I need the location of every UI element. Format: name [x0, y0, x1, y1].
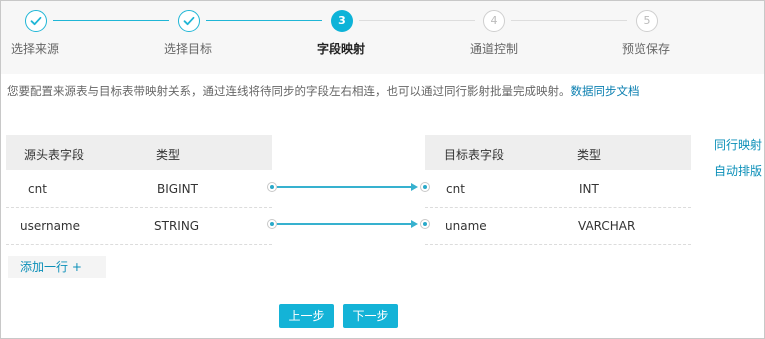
same-row-map-link[interactable]: 同行映射 [714, 136, 762, 153]
step-1-check-icon [25, 10, 47, 32]
step-connector [511, 20, 627, 21]
mapping-line[interactable] [277, 223, 414, 225]
add-row-button[interactable]: 添加一行 + [8, 256, 106, 278]
target-connector-dot[interactable] [420, 182, 430, 192]
step-4-number: 4 [483, 10, 505, 32]
data-sync-doc-link[interactable]: 数据同步文档 [571, 84, 640, 98]
step-3-number: 3 [331, 10, 353, 32]
step-2-check-icon [178, 10, 200, 32]
source-field-name: username [20, 219, 80, 233]
step-connector [206, 20, 322, 21]
target-connector-dot[interactable] [420, 219, 430, 229]
table-row: cnt INT [425, 171, 691, 208]
target-field-name: uname [445, 219, 487, 233]
arrow-icon [411, 183, 418, 191]
source-type-header: 类型 [156, 148, 181, 162]
description-text: 您要配置来源表与目标表带映射关系，通过连线将待同步的字段左右相连，也可以通过同行… [7, 84, 571, 98]
table-row: cnt BIGINT [6, 171, 272, 208]
step-5-label: 预览保存 [622, 42, 671, 56]
step-connector [53, 20, 169, 21]
arrow-icon [411, 220, 418, 228]
next-step-button[interactable]: 下一步 [343, 304, 398, 328]
target-field-name: cnt [446, 182, 465, 196]
target-table-header: 目标表字段 类型 [425, 135, 691, 170]
source-connector-dot[interactable] [267, 219, 277, 229]
table-row: uname VARCHAR [425, 208, 691, 245]
step-4-label: 通道控制 [470, 42, 519, 56]
source-field-header: 源头表字段 [24, 148, 85, 162]
prev-step-button[interactable]: 上一步 [279, 304, 334, 328]
auto-layout-link[interactable]: 自动排版 [714, 162, 762, 179]
source-field-type: STRING [154, 219, 200, 233]
target-type-header: 类型 [577, 148, 602, 162]
step-2-label: 选择目标 [164, 42, 213, 56]
target-field-header: 目标表字段 [444, 148, 505, 162]
source-field-name: cnt [28, 182, 47, 196]
source-field-type: BIGINT [157, 182, 198, 196]
target-field-type: INT [579, 182, 599, 196]
target-field-type: VARCHAR [578, 219, 636, 233]
mapping-line[interactable] [277, 186, 414, 188]
step-connector [359, 20, 475, 21]
source-connector-dot[interactable] [267, 182, 277, 192]
step-progress-bar: 3 4 5 选择来源 选择目标 字段映射 通道控制 预览保存 [1, 1, 764, 74]
table-row: username STRING [6, 208, 272, 245]
step-3-label: 字段映射 [317, 42, 366, 56]
mapping-description: 您要配置来源表与目标表带映射关系，通过连线将待同步的字段左右相连，也可以通过同行… [7, 83, 640, 99]
step-5-number: 5 [636, 10, 658, 32]
step-1-label: 选择来源 [11, 42, 60, 56]
source-table-header: 源头表字段 类型 [6, 135, 272, 170]
